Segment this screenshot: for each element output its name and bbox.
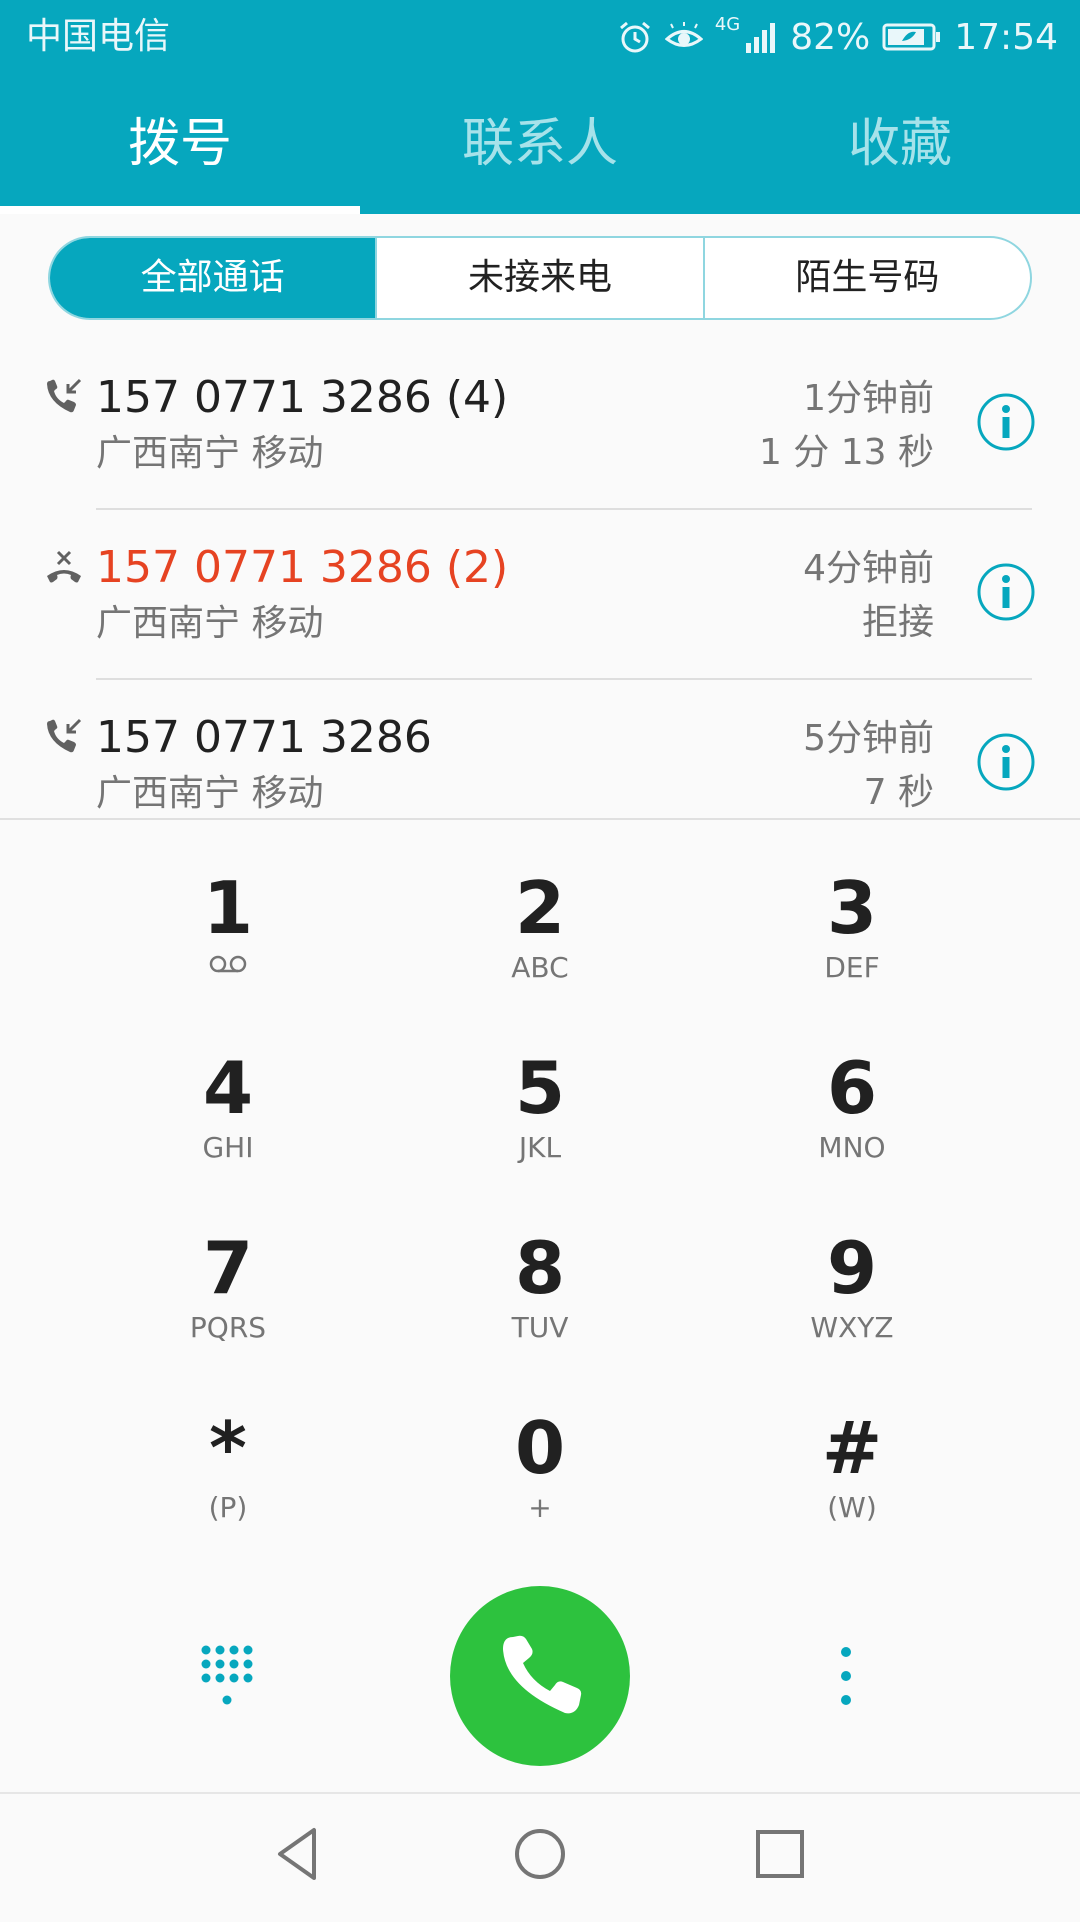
- key-digit: *: [209, 1406, 247, 1490]
- status-icons: 4G 82% 17:54: [617, 12, 1058, 62]
- key-digit: 4: [202, 1046, 254, 1130]
- alarm-icon: [619, 21, 650, 53]
- tab-contacts-label: 联系人: [461, 114, 618, 174]
- eye-comfort-icon: [664, 22, 703, 47]
- key-8[interactable]: 8 TUV: [390, 1200, 690, 1380]
- key-digit: 9: [826, 1226, 878, 1310]
- key-letters: (W): [827, 1491, 877, 1524]
- battery-icon: [882, 23, 941, 51]
- call-location: 广西南宁 移动: [96, 773, 324, 814]
- call-time: 1分钟前: [803, 378, 934, 419]
- call-number: 157 0771 3286: [96, 712, 432, 763]
- key-digit: 0: [514, 1406, 566, 1490]
- network-type: 4G: [714, 14, 741, 35]
- key-hash[interactable]: # (W): [702, 1380, 1002, 1560]
- key-3[interactable]: 3 DEF: [702, 840, 1002, 1020]
- key-letters: GHI: [202, 1131, 254, 1164]
- call-time: 4分钟前: [803, 548, 934, 589]
- call-duration: 拒接: [861, 602, 934, 643]
- call-number: 157 0771 3286 (2): [96, 542, 509, 593]
- system-nav-bar: [0, 1792, 1080, 1922]
- key-digit: 1: [202, 866, 254, 950]
- key-4[interactable]: 4 GHI: [78, 1020, 378, 1200]
- key-star[interactable]: * (P): [78, 1380, 378, 1560]
- key-letters: TUV: [511, 1311, 569, 1344]
- rejected-call-icon: [47, 550, 81, 583]
- key-letters: JKL: [518, 1131, 562, 1164]
- key-digit: 7: [202, 1226, 254, 1310]
- key-1[interactable]: 1: [78, 840, 378, 1020]
- filter-missed-calls[interactable]: 未接来电: [375, 238, 702, 318]
- call-duration: 7 秒: [863, 772, 934, 813]
- tab-indicator: [0, 206, 360, 214]
- dialpad: 1 2 ABC 3 DEF 4 GHI 5 JKL 6 MNO 7 PQRS 8…: [0, 818, 1080, 1560]
- tab-contacts[interactable]: 联系人: [360, 98, 720, 214]
- key-7[interactable]: 7 PQRS: [78, 1200, 378, 1380]
- call-log-item[interactable]: 157 0771 3286 广西南宁 移动 5分钟前 7 秒: [0, 678, 1080, 818]
- key-digit: 5: [514, 1046, 566, 1130]
- signal-icon: [746, 23, 776, 53]
- key-digit: 3: [826, 866, 878, 950]
- key-letters: PQRS: [189, 1311, 267, 1344]
- key-letters: +: [528, 1491, 552, 1524]
- key-2[interactable]: 2 ABC: [390, 840, 690, 1020]
- key-digit: 8: [514, 1226, 566, 1310]
- tab-favorites-label: 收藏: [847, 114, 952, 174]
- back-icon[interactable]: [270, 1824, 330, 1884]
- home-icon[interactable]: [510, 1824, 570, 1884]
- app-header: 中国电信 4G 82% 17:54 拨号 联系人 收藏: [0, 0, 1080, 214]
- status-bar: 中国电信 4G 82% 17:54: [0, 0, 1080, 74]
- key-letters: WXYZ: [810, 1311, 894, 1344]
- tab-dialer[interactable]: 拨号: [0, 98, 360, 214]
- key-letters: DEF: [824, 951, 880, 984]
- info-icon[interactable]: [976, 562, 1036, 622]
- voicemail-icon: [209, 955, 247, 973]
- call-duration: 1 分 13 秒: [758, 432, 934, 473]
- tab-favorites[interactable]: 收藏: [720, 98, 1080, 214]
- tab-dialer-label: 拨号: [127, 114, 232, 174]
- key-6[interactable]: 6 MNO: [702, 1020, 1002, 1200]
- call-button[interactable]: [450, 1586, 630, 1766]
- phone-icon: [503, 1635, 582, 1714]
- info-icon[interactable]: [976, 732, 1036, 792]
- key-0[interactable]: 0 +: [390, 1380, 690, 1560]
- call-location: 广西南宁 移动: [96, 603, 324, 644]
- key-digit: 6: [826, 1046, 878, 1130]
- call-log-list: 157 0771 3286 (4) 广西南宁 移动 1分钟前 1 分 13 秒 …: [0, 338, 1080, 818]
- filter-unknown-numbers[interactable]: 陌生号码: [702, 238, 1030, 318]
- call-filter: 全部通话 未接来电 陌生号码: [48, 236, 1032, 320]
- incoming-call-icon: [47, 378, 82, 413]
- dialpad-toggle-icon[interactable]: [196, 1642, 256, 1710]
- info-icon[interactable]: [976, 392, 1036, 452]
- key-digit: 2: [514, 866, 566, 950]
- key-letters: ABC: [511, 951, 569, 984]
- incoming-call-icon: [47, 718, 82, 753]
- clock: 17:54: [954, 16, 1058, 58]
- recents-icon[interactable]: [750, 1824, 810, 1884]
- carrier-name: 中国电信: [26, 16, 171, 57]
- key-letters: MNO: [818, 1131, 886, 1164]
- call-time: 5分钟前: [803, 718, 934, 759]
- main-tabs: 拨号 联系人 收藏: [0, 98, 1080, 214]
- more-options-icon[interactable]: [826, 1642, 866, 1710]
- call-log-item[interactable]: 157 0771 3286 (2) 广西南宁 移动 4分钟前 拒接: [0, 508, 1080, 678]
- call-location: 广西南宁 移动: [96, 433, 324, 474]
- battery-percent: 82%: [790, 16, 871, 58]
- key-5[interactable]: 5 JKL: [390, 1020, 690, 1200]
- filter-all-calls[interactable]: 全部通话: [50, 238, 376, 318]
- call-number: 157 0771 3286 (4): [96, 372, 509, 423]
- key-digit: #: [821, 1406, 883, 1490]
- dialer-actions: [0, 1586, 1080, 1766]
- call-log-item[interactable]: 157 0771 3286 (4) 广西南宁 移动 1分钟前 1 分 13 秒: [0, 338, 1080, 508]
- key-letters: (P): [208, 1491, 248, 1524]
- key-9[interactable]: 9 WXYZ: [702, 1200, 1002, 1380]
